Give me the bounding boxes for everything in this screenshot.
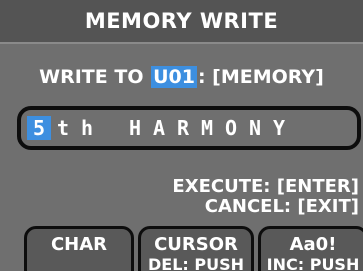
char-cell[interactable]	[99, 116, 123, 140]
destination-code[interactable]: U01	[151, 66, 197, 88]
char-button-label: CHAR	[50, 234, 108, 255]
char-cell[interactable]: O	[219, 116, 243, 140]
char-cell[interactable]: R	[171, 116, 195, 140]
char-cell[interactable]: H	[123, 116, 147, 140]
write-destination: WRITE TO U01: [MEMORY]	[0, 66, 363, 88]
char-button[interactable]: CHAR	[24, 226, 134, 271]
case-button[interactable]: Aa0! INC: PUSH	[258, 226, 363, 271]
name-field[interactable]: 5 t h H A R M O N Y	[17, 106, 361, 150]
page-title: MEMORY WRITE	[84, 9, 279, 33]
char-cell[interactable]: t	[51, 116, 75, 140]
case-button-label: Aa0!	[289, 234, 337, 255]
cursor-button[interactable]: CURSOR DEL: PUSH	[138, 226, 254, 271]
write-suffix: : [MEMORY]	[197, 66, 324, 88]
char-cell[interactable]: Y	[267, 116, 291, 140]
memory-write-screen: MEMORY WRITE WRITE TO U01: [MEMORY] 5 t …	[0, 0, 363, 271]
char-cell-cursor[interactable]: 5	[27, 116, 51, 140]
write-prefix: WRITE TO	[39, 66, 144, 88]
case-button-sublabel: INC: PUSH	[266, 255, 360, 271]
title-bar: MEMORY WRITE	[0, 0, 363, 44]
char-cell[interactable]: M	[195, 116, 219, 140]
execute-hint: EXECUTE: [ENTER]	[172, 176, 359, 197]
char-cell[interactable]: A	[147, 116, 171, 140]
char-cell[interactable]: h	[75, 116, 99, 140]
cancel-hint: CANCEL: [EXIT]	[204, 196, 359, 217]
cursor-button-label: CURSOR	[154, 234, 238, 255]
char-cell[interactable]: N	[243, 116, 267, 140]
cursor-button-sublabel: DEL: PUSH	[147, 255, 244, 271]
